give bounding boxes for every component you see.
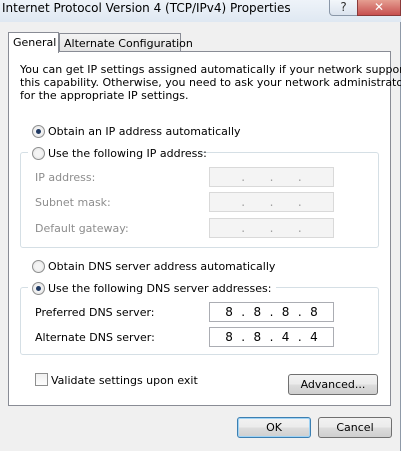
- obtain-ip-auto-label[interactable]: Obtain an IP address automatically: [48, 125, 241, 138]
- octet-dot: .: [297, 305, 302, 319]
- octet-dot: .: [297, 195, 302, 209]
- octet: 8: [281, 305, 290, 319]
- use-following-dns-label[interactable]: Use the following DNS server addresses:: [48, 282, 271, 295]
- window-title: Internet Protocol Version 4 (TCP/IPv4) P…: [2, 1, 291, 15]
- octet: 4: [310, 330, 318, 344]
- ip-address-label: IP address:: [35, 171, 96, 184]
- description-line: for the appropriate IP settings.: [20, 89, 189, 102]
- octet: 8: [253, 330, 262, 344]
- use-following-ip-label[interactable]: Use the following IP address:: [48, 147, 207, 160]
- octet-dot: .: [269, 221, 274, 235]
- subnet-mask-label: Subnet mask:: [35, 196, 111, 209]
- octet-dot: .: [269, 305, 274, 319]
- octet: 8: [225, 305, 233, 319]
- preferred-dns-input[interactable]: 8. 8. 8. 8: [209, 302, 334, 322]
- alternate-dns-input[interactable]: 8. 8. 4. 4: [209, 327, 334, 347]
- close-button[interactable]: ✕: [357, 0, 401, 16]
- octet: 8: [253, 305, 262, 319]
- default-gateway-field: . . .: [209, 218, 334, 238]
- octet-dot: .: [297, 330, 302, 344]
- obtain-dns-auto-radio[interactable]: [32, 260, 45, 273]
- default-gateway-label: Default gateway:: [35, 222, 129, 235]
- use-following-ip-radio[interactable]: [32, 147, 45, 160]
- description-text: You can get IP settings assigned automat…: [20, 63, 401, 102]
- tab-alternate-configuration[interactable]: Alternate Configuration: [59, 33, 193, 52]
- octet-dot: .: [241, 170, 246, 184]
- obtain-ip-auto-radio[interactable]: [32, 125, 45, 138]
- validate-settings-checkbox[interactable]: [35, 373, 48, 386]
- alternate-dns-label: Alternate DNS server:: [35, 331, 155, 344]
- octet-dot: .: [269, 170, 274, 184]
- cancel-button[interactable]: Cancel: [318, 417, 392, 438]
- octet-dot: .: [241, 221, 246, 235]
- octet-dot: .: [297, 221, 302, 235]
- octet: 8: [310, 305, 318, 319]
- title-bar[interactable]: Internet Protocol Version 4 (TCP/IPv4) P…: [0, 0, 401, 22]
- octet-dot: .: [269, 195, 274, 209]
- close-icon: ✕: [373, 0, 385, 14]
- octet-dot: .: [241, 195, 246, 209]
- octet-dot: .: [297, 170, 302, 184]
- octet-dot: .: [241, 305, 246, 319]
- description-line: You can get IP settings assigned automat…: [20, 63, 401, 76]
- octet-dot: .: [241, 330, 246, 344]
- ok-button[interactable]: OK: [237, 417, 311, 438]
- octet-dot: .: [269, 330, 274, 344]
- validate-settings-label[interactable]: Validate settings upon exit: [51, 374, 198, 387]
- obtain-dns-auto-label[interactable]: Obtain DNS server address automatically: [48, 260, 275, 273]
- preferred-dns-label: Preferred DNS server:: [35, 306, 155, 319]
- octet: 4: [281, 330, 290, 344]
- tab-general[interactable]: General: [8, 32, 59, 53]
- properties-dialog: Internet Protocol Version 4 (TCP/IPv4) P…: [0, 0, 401, 451]
- description-line: this capability. Otherwise, you need to …: [20, 76, 401, 89]
- use-following-dns-radio[interactable]: [32, 282, 45, 295]
- subnet-mask-field: . . .: [209, 192, 334, 212]
- octet: 8: [225, 330, 233, 344]
- help-icon: ?: [340, 0, 347, 14]
- advanced-button[interactable]: Advanced...: [288, 374, 378, 395]
- help-button[interactable]: ?: [329, 0, 358, 16]
- ip-address-field: . . .: [209, 167, 334, 187]
